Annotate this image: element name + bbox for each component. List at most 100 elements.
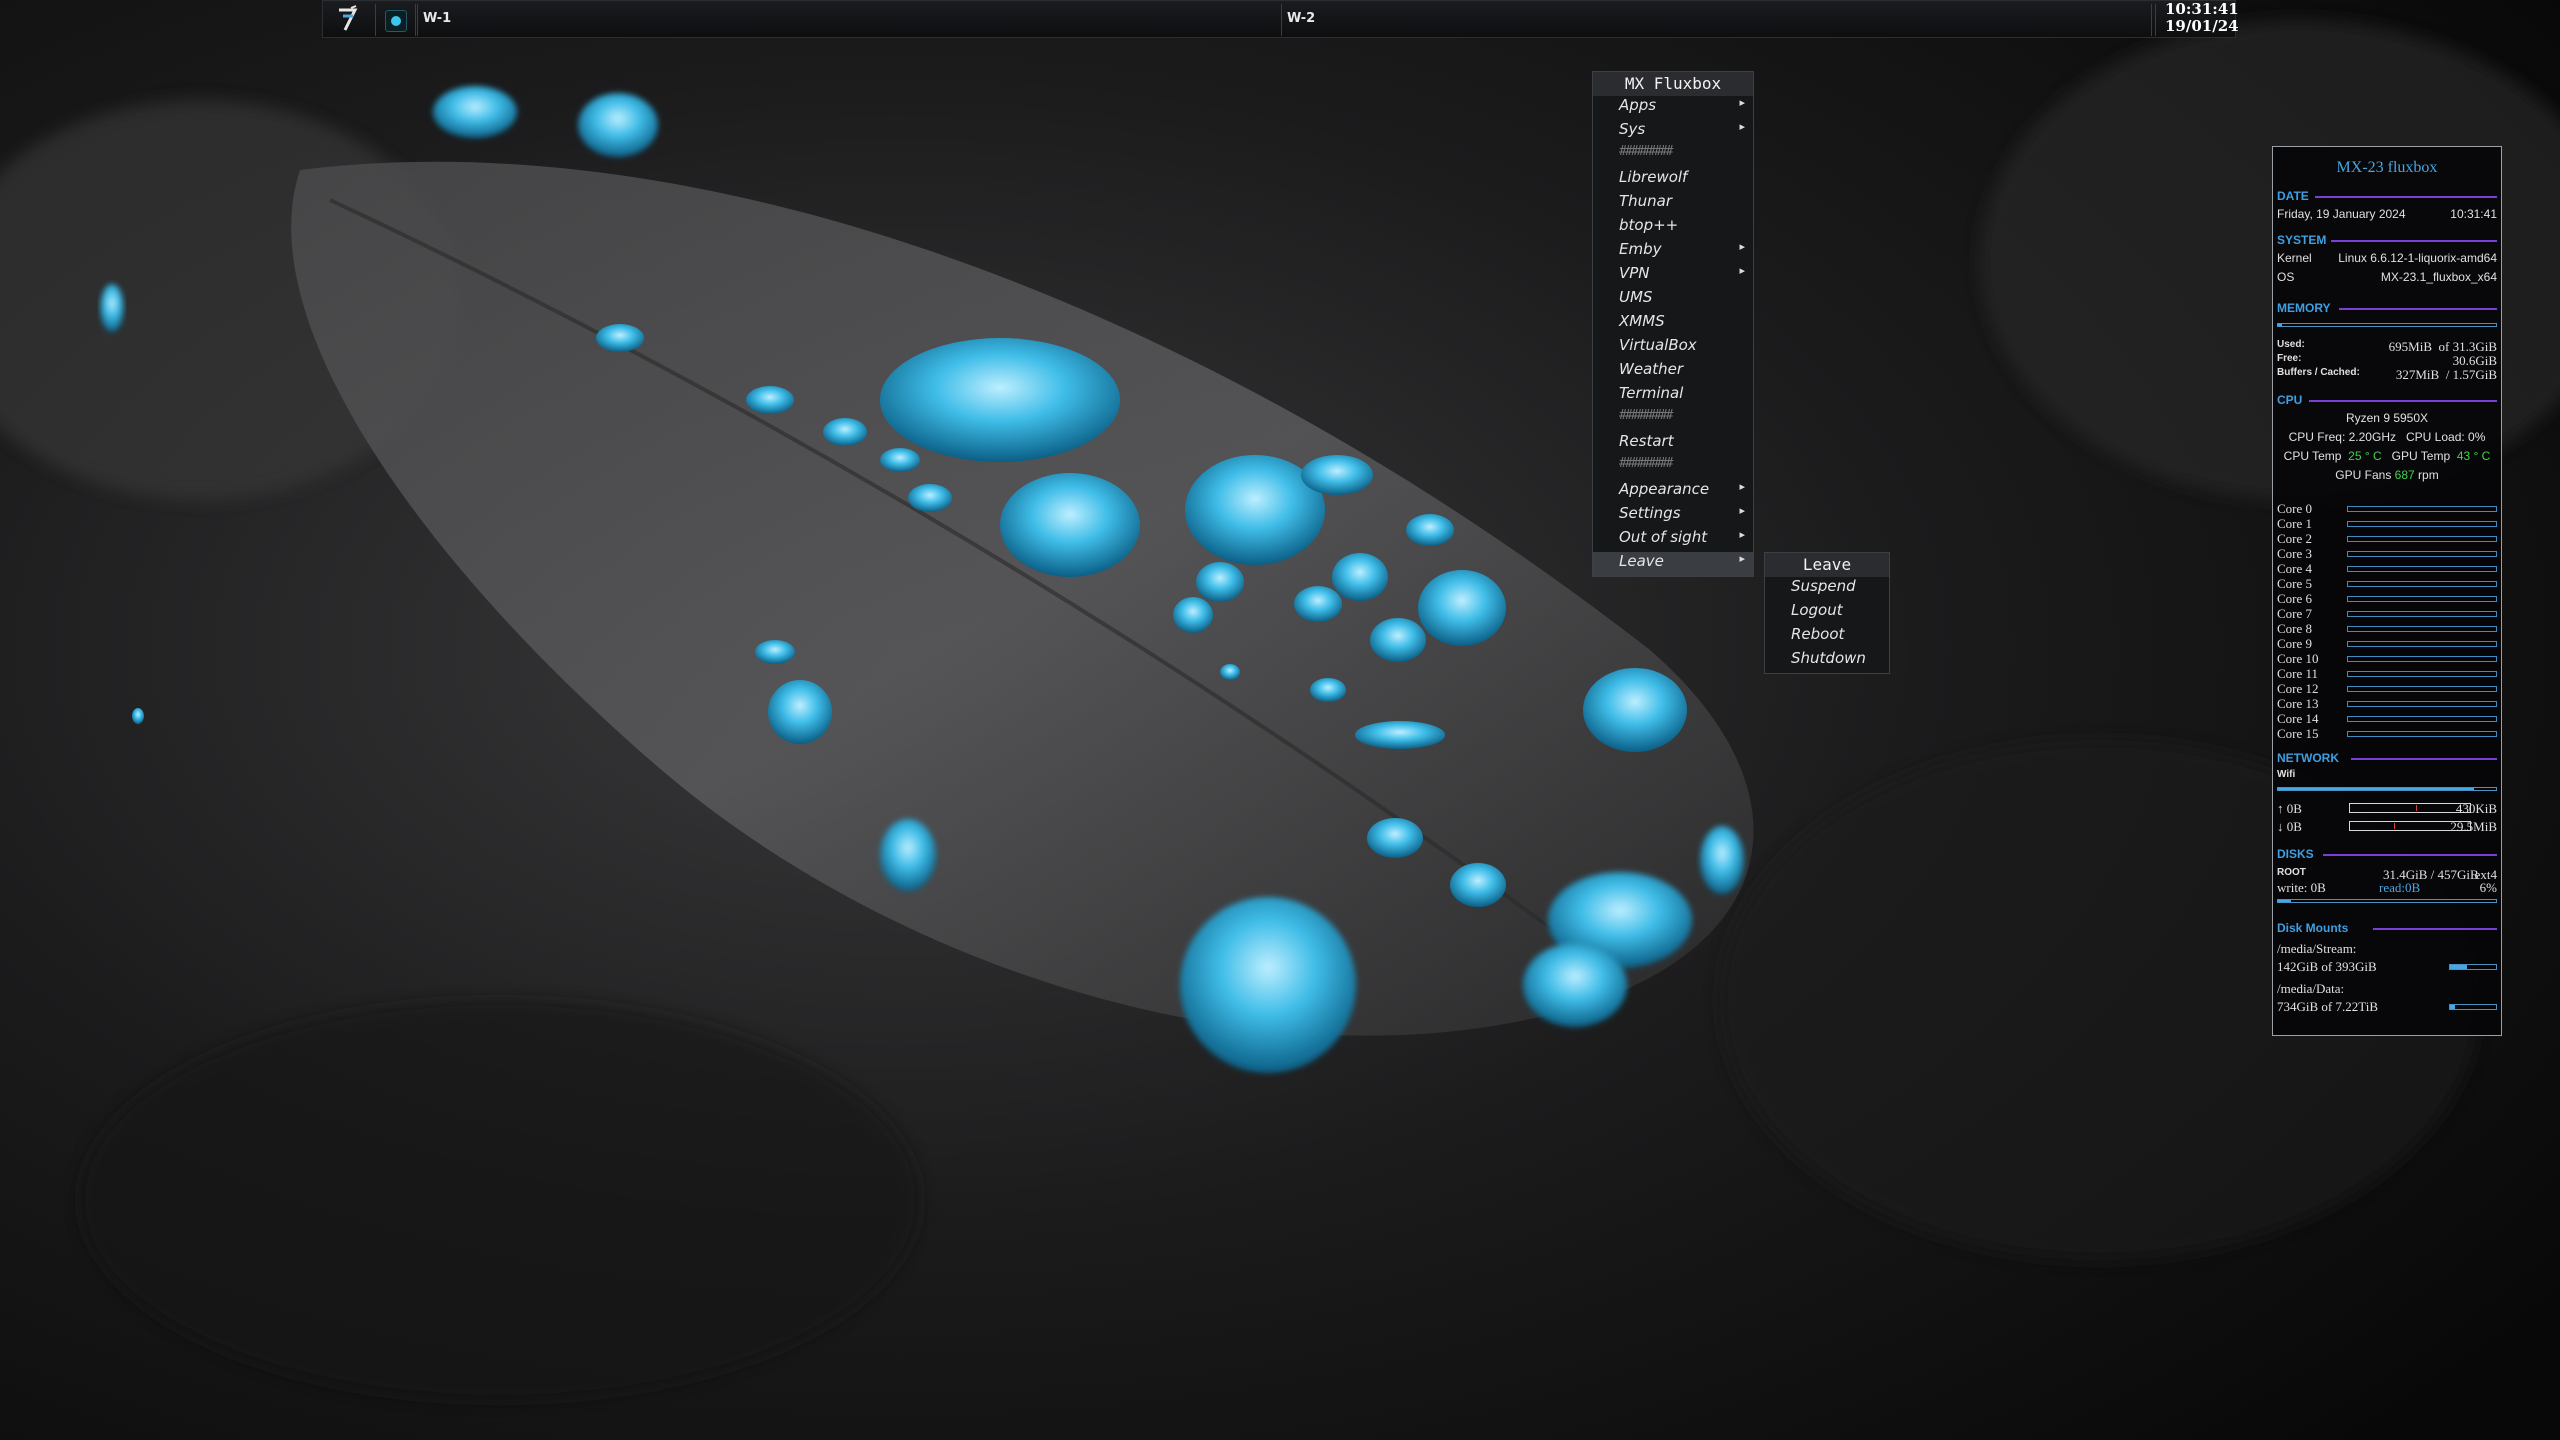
cpu-temp-label: CPU Temp [2283, 449, 2342, 463]
menu-item-label: btop++ [1619, 216, 1679, 234]
section-label: MEMORY [2277, 301, 2331, 315]
menu-item-label: Emby [1619, 240, 1662, 258]
menu-item-appearance[interactable]: Appearance ▸ [1593, 480, 1753, 504]
clock[interactable]: 10:31:41 19/01/24 [2165, 1, 2239, 35]
core-usage-bar [2347, 596, 2497, 602]
menu-item-label: Sys [1619, 120, 1646, 138]
used-label: Used: [2277, 339, 2305, 350]
disks-section-header: DISKS [2277, 847, 2497, 861]
toolbar-separator [417, 4, 418, 36]
menu-item-vpn[interactable]: VPN ▸ [1593, 264, 1753, 288]
fluxbox-toolbar: W-1 W-2 10:31:41 19/01/24 [322, 0, 2239, 38]
kernel-value: Linux 6.6.12-1-liquorix-amd64 [2338, 251, 2497, 265]
mount-usage-bar [2449, 1004, 2497, 1010]
core-label: Core 13 [2277, 696, 2319, 711]
submenu-arrow-icon: ▸ [1739, 240, 1745, 253]
menu-item-btop-[interactable]: btop++ [1593, 216, 1753, 240]
menu-item-label: Terminal [1619, 384, 1684, 402]
menu-item-xmms[interactable]: XMMS [1593, 312, 1753, 336]
workspace-2-button[interactable]: W-2 [1287, 11, 1315, 26]
disk-read: read:0B [2379, 880, 2421, 895]
buffers-value: 327MiB [2395, 367, 2440, 382]
degree-unit: ° C [2473, 449, 2491, 463]
clock-date: 19/01/24 [2165, 17, 2239, 35]
os-value: MX-23.1_fluxbox_x64 [2380, 270, 2497, 284]
menu-item-out-of-sight[interactable]: Out of sight ▸ [1593, 528, 1753, 552]
core-label: Core 11 [2277, 666, 2319, 681]
toolbar-separator [375, 4, 376, 36]
used-total: of 31.3GiB [2438, 339, 2498, 354]
core-usage-bar [2347, 551, 2497, 557]
submenu-arrow-icon: ▸ [1739, 504, 1745, 517]
upload-graph [2349, 803, 2471, 813]
cpu-freq-value: 2.20GHz [2348, 430, 2396, 444]
submenu-arrow-icon: ▸ [1739, 528, 1745, 541]
conky-title: MX-23 fluxbox [2336, 159, 2438, 176]
menu-item-label: VirtualBox [1619, 336, 1697, 354]
core-usage-bar [2347, 701, 2497, 707]
menu-separator: ######### [1619, 456, 1673, 471]
menu-item-emby[interactable]: Emby ▸ [1593, 240, 1753, 264]
menu-item-librewolf[interactable]: Librewolf [1593, 168, 1753, 192]
time-text: 10:31:41 [2450, 207, 2497, 221]
menu-item-reboot[interactable]: Reboot [1765, 625, 1889, 649]
upload-speed: 0B [2286, 801, 2302, 816]
mount-path: /media/Data: [2277, 981, 2497, 997]
core-usage-bar [2347, 716, 2497, 722]
menu-item-virtualbox[interactable]: VirtualBox [1593, 336, 1753, 360]
cpu-load-value: 0% [2468, 430, 2486, 444]
core-label: Core 4 [2277, 561, 2313, 576]
menu-separator: ######### [1619, 408, 1673, 423]
section-divider [2373, 928, 2497, 930]
core-label: Core 1 [2277, 516, 2313, 531]
mount-usage-text: 142GiB of 393GiB [2277, 959, 2377, 974]
menu-item-apps[interactable]: Apps ▸ [1593, 96, 1753, 120]
menu-item-label: Librewolf [1619, 168, 1688, 186]
os-label: OS [2277, 270, 2295, 284]
menu-item-label: Weather [1619, 360, 1684, 378]
menu-item-label: Settings [1619, 504, 1681, 522]
section-divider [2331, 240, 2497, 242]
mount-path-text: /media/Stream: [2277, 941, 2357, 956]
root-menu: MX Fluxbox Apps ▸ Sys ▸ ######### Librewolf Th… [1592, 71, 1754, 577]
disk-write: write: 0B [2277, 880, 2326, 895]
cached-value: / 1.57GiB [2445, 367, 2497, 382]
core-usage-bar [2347, 506, 2497, 512]
menu-item-shutdown[interactable]: Shutdown [1765, 649, 1889, 673]
menu-item-logout[interactable]: Logout [1765, 601, 1889, 625]
buffers-label: Buffers / Cached: [2277, 367, 2360, 378]
menu-item-label: UMS [1619, 288, 1653, 306]
network-section-header: NETWORK [2277, 751, 2497, 765]
gpu-fans-row: GPU Fans 687 rpm [2277, 468, 2497, 484]
cpu-load-label: CPU Load: [2406, 430, 2465, 444]
systray-app-icon[interactable] [385, 10, 407, 32]
toolbar-separator [1281, 4, 1282, 36]
menu-item-ums[interactable]: UMS [1593, 288, 1753, 312]
menu-item-label: Leave [1619, 552, 1664, 570]
menu-item-terminal[interactable]: Terminal [1593, 384, 1753, 408]
core-usage-bar [2347, 611, 2497, 617]
core-label: Core 7 [2277, 606, 2313, 621]
menu-item-settings[interactable]: Settings ▸ [1593, 504, 1753, 528]
menu-item-weather[interactable]: Weather [1593, 360, 1753, 384]
section-divider [2351, 758, 2497, 760]
upload-arrow-icon: ↑ [2277, 801, 2284, 816]
menu-item-thunar[interactable]: Thunar [1593, 192, 1753, 216]
core-label: Core 5 [2277, 576, 2313, 591]
gpu-fans-label: GPU Fans [2335, 468, 2392, 482]
toolbar-separator [2155, 4, 2156, 36]
submenu-arrow-icon: ▸ [1739, 552, 1745, 565]
menu-item-label: XMMS [1619, 312, 1665, 330]
mount-usage-text: 734GiB of 7.22TiB [2277, 999, 2379, 1014]
menu-item-leave[interactable]: Leave ▸ [1593, 552, 1753, 576]
menu-item-sys[interactable]: Sys ▸ [1593, 120, 1753, 144]
toolbar-separator [2151, 4, 2152, 36]
menu-item-restart[interactable]: Restart [1593, 432, 1753, 456]
menu-item-suspend[interactable]: Suspend [1765, 577, 1889, 601]
submenu-title: Leave [1765, 553, 1889, 577]
workspace-1-button[interactable]: W-1 [423, 11, 451, 26]
mx-logo-icon[interactable] [333, 4, 363, 34]
core-usage-bar [2347, 641, 2497, 647]
core-usage-bar [2347, 566, 2497, 572]
section-label: SYSTEM [2277, 233, 2327, 247]
